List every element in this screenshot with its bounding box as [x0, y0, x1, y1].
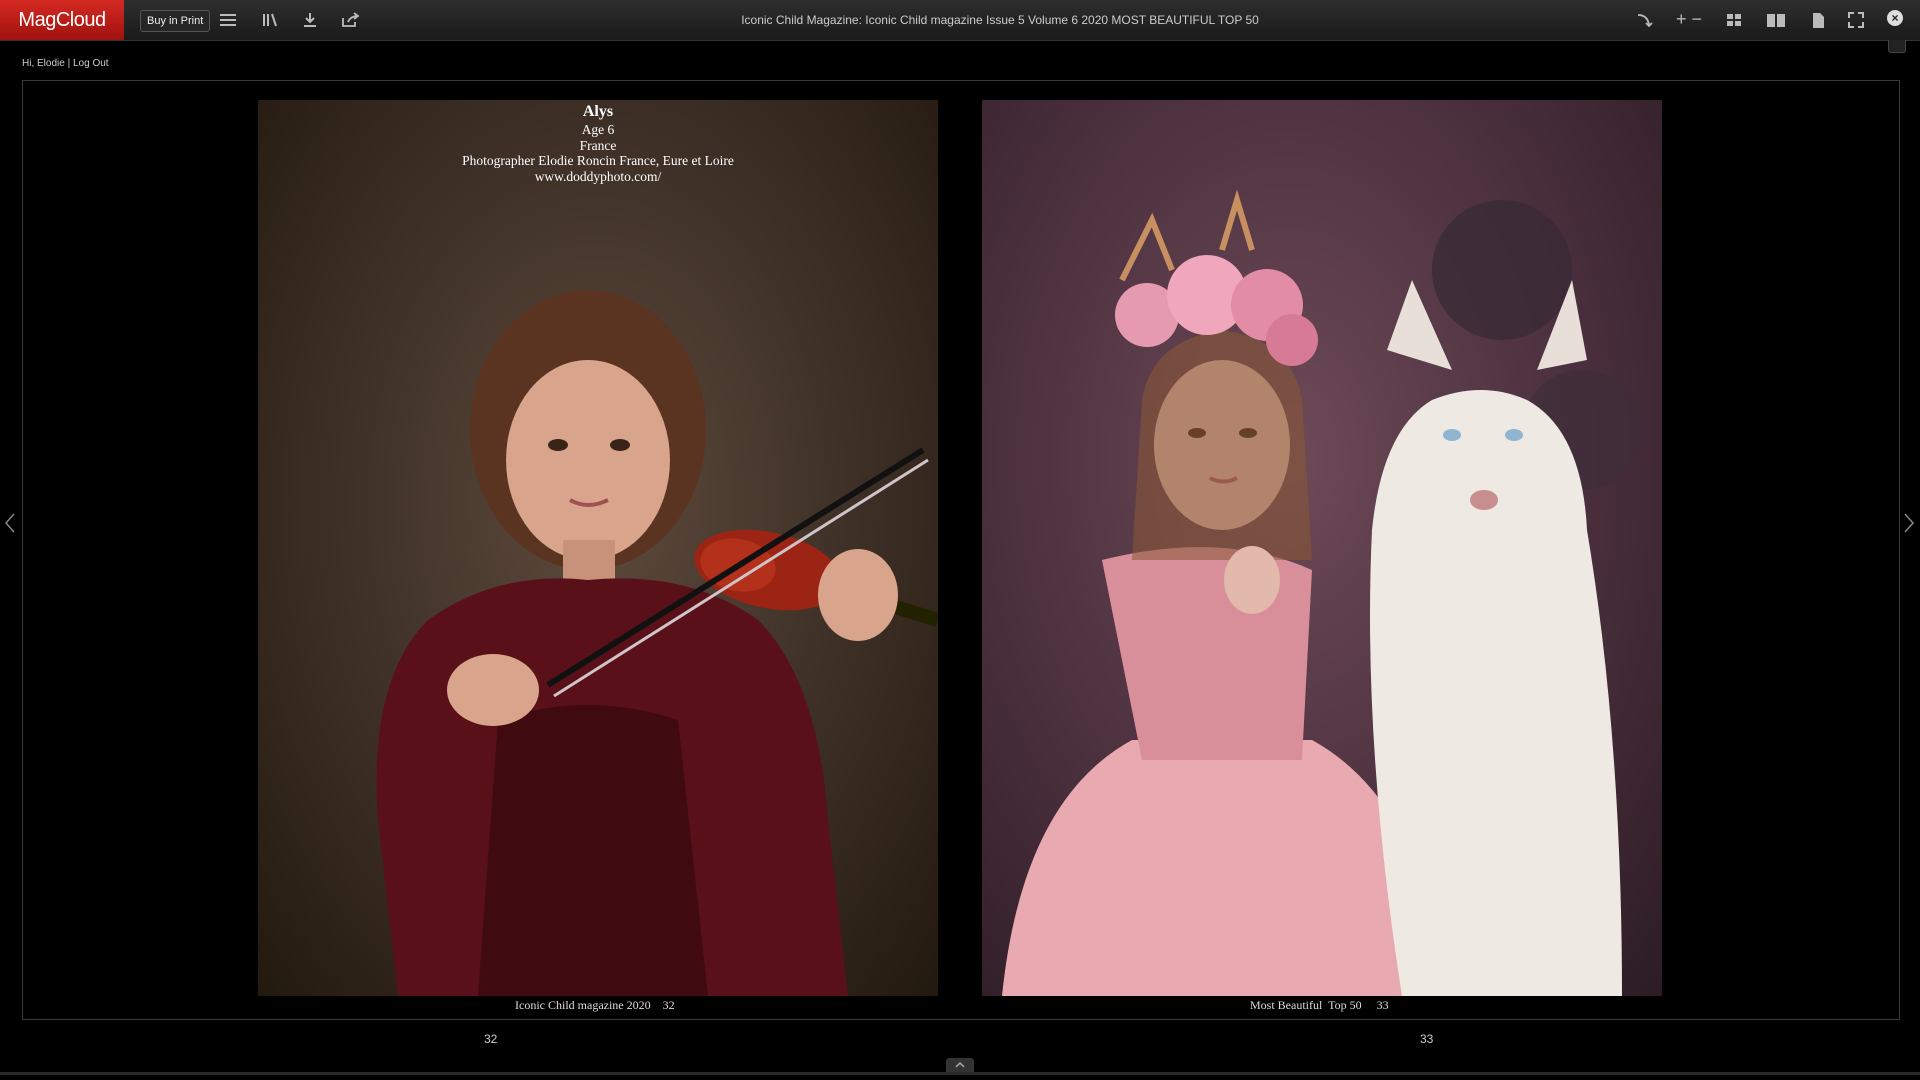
page-number-left[interactable]: 32	[484, 1032, 497, 1046]
page-right[interactable]	[982, 100, 1662, 996]
caption-age: Age 6	[581, 122, 615, 137]
two-page-icon[interactable]	[1764, 8, 1788, 32]
share-icon[interactable]	[338, 8, 362, 32]
toolbar-collapse-tab[interactable]	[1888, 40, 1906, 53]
close-icon[interactable]: ×	[1887, 10, 1903, 26]
user-bar: Hi, Elodie | Log Out	[22, 58, 109, 69]
toolbar: MagCloud Buy in Print Iconic Child Magaz…	[0, 0, 1920, 41]
caption-country: France	[579, 137, 617, 153]
next-page-arrow-icon[interactable]	[1902, 512, 1916, 534]
footer-left: Iconic Child magazine 2020 32	[515, 998, 675, 1012]
footer-right: Most Beautiful Top 50 33	[1250, 998, 1389, 1012]
thumbnail-tray-toggle-icon[interactable]	[946, 1058, 974, 1072]
photo-caption: Alys Age 6 France Photographer Elodie Ro…	[258, 100, 938, 184]
document-title: Iconic Child Magazine: Iconic Child maga…	[741, 13, 1259, 27]
thumbnails-icon[interactable]	[1722, 8, 1746, 32]
menu-icon[interactable]	[216, 8, 240, 32]
fullscreen-icon[interactable]	[1844, 8, 1868, 32]
previous-page-arrow-icon[interactable]	[3, 512, 17, 534]
separator: |	[67, 58, 71, 69]
zoom-icon[interactable]: + −	[1676, 8, 1704, 32]
single-page-icon[interactable]	[1806, 8, 1830, 32]
greeting: Hi, Elodie	[22, 58, 65, 69]
library-icon[interactable]	[258, 8, 282, 32]
logout-link[interactable]: Log Out	[73, 58, 109, 69]
page-number-right[interactable]: 33	[1420, 1032, 1433, 1046]
caption-name: Alys	[582, 103, 614, 120]
flip-icon[interactable]	[1632, 8, 1656, 32]
caption-photographer: Photographer Elodie Roncin France, Eure …	[462, 153, 734, 169]
photo-girl-violin	[376, 290, 938, 996]
download-icon[interactable]	[298, 8, 322, 32]
bottom-divider	[0, 1072, 1920, 1075]
page-left[interactable]: Alys Age 6 France Photographer Elodie Ro…	[258, 100, 938, 996]
photo-girl-husky	[1002, 189, 1642, 996]
magcloud-logo[interactable]: MagCloud	[0, 0, 124, 40]
buy-in-print-button[interactable]: Buy in Print	[140, 10, 211, 32]
caption-website: www.doddyphoto.com/	[534, 168, 662, 184]
